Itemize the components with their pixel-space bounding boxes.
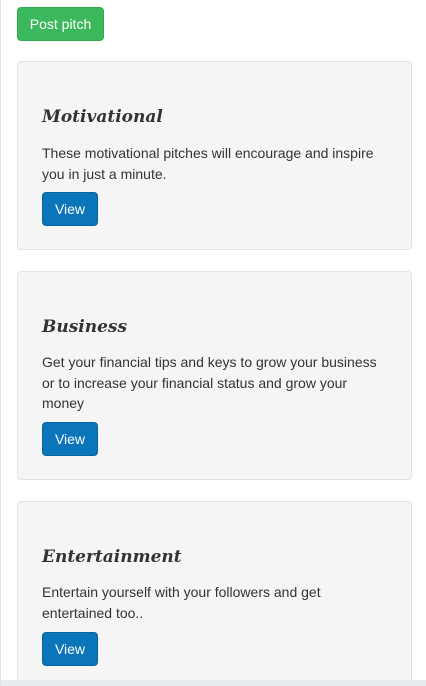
view-button[interactable]: View	[42, 192, 98, 226]
view-button[interactable]: View	[42, 632, 98, 666]
card-title: Business	[42, 317, 128, 337]
category-card-business: Business Get your financial tips and key…	[17, 271, 412, 480]
card-description: These motivational pitches will encourag…	[42, 145, 374, 182]
post-pitch-button[interactable]: Post pitch	[17, 7, 104, 41]
card-description: Get your financial tips and keys to grow…	[42, 354, 377, 411]
view-button[interactable]: View	[42, 422, 98, 456]
category-card-entertainment: Entertainment Entertain yourself with yo…	[17, 501, 412, 686]
card-title: Entertainment	[42, 547, 182, 567]
horizontal-scrollbar[interactable]	[1, 680, 426, 686]
card-description: Entertain yourself with your followers a…	[42, 584, 321, 621]
card-title: Motivational	[42, 107, 163, 127]
category-card-motivational: Motivational These motivational pitches …	[17, 61, 412, 250]
